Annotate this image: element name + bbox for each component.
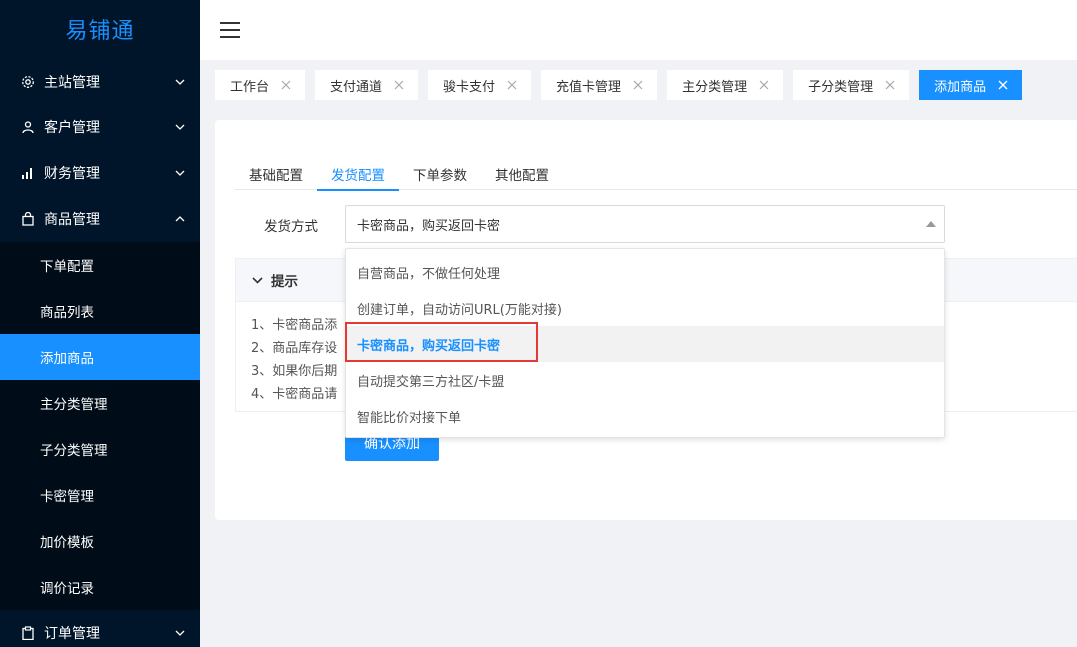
option-third-party[interactable]: 自动提交第三方社区/卡盟 [346, 362, 944, 398]
close-icon[interactable] [998, 80, 1008, 90]
sidebar-item-price-log[interactable]: 调价记录 [0, 564, 200, 610]
chevron-down-icon [174, 627, 186, 639]
product-submenu: 下单配置 商品列表 添加商品 主分类管理 子分类管理 卡密管理 加价模板 调价记… [0, 242, 200, 610]
top-header [200, 0, 1077, 60]
chevron-down-icon [174, 76, 186, 88]
sidebar-item-sub-category[interactable]: 子分类管理 [0, 426, 200, 472]
sidebar-group-finance[interactable]: 财务管理 [0, 150, 200, 196]
tab-payment-channel[interactable]: 支付通道 [315, 70, 419, 100]
tab-delivery-config[interactable]: 发货配置 [317, 158, 399, 191]
tips-title: 提示 [271, 274, 298, 290]
delivery-method-label: 发货方式 [264, 219, 318, 235]
close-icon[interactable] [394, 80, 404, 90]
sidebar-item-main-category[interactable]: 主分类管理 [0, 380, 200, 426]
shopping-bag-icon [20, 211, 36, 227]
tab-add-product[interactable]: 添加商品 [919, 70, 1023, 100]
sidebar-group-products[interactable]: 商品管理 [0, 196, 200, 242]
sidebar-item-add-product[interactable]: 添加商品 [0, 334, 200, 380]
tab-workbench[interactable]: 工作台 [215, 70, 306, 100]
tab-main-category[interactable]: 主分类管理 [667, 70, 784, 100]
menu-toggle-icon[interactable] [220, 22, 240, 38]
chevron-down-icon [174, 167, 186, 179]
sidebar-group-orders[interactable]: 订单管理 [0, 610, 200, 647]
app-logo[interactable]: 易铺通 [0, 0, 200, 58]
tab-label: 添加商品 [934, 79, 987, 95]
sidebar-group-label: 客户管理 [44, 120, 100, 136]
sidebar-item-order-config[interactable]: 下单配置 [0, 242, 200, 288]
tab-label: 骏卡支付 [443, 79, 496, 95]
tab-label: 充值卡管理 [556, 79, 622, 95]
tip-line: 2、商品库存设 [251, 341, 338, 356]
option-smart-price[interactable]: 智能比价对接下单 [346, 398, 944, 434]
close-icon[interactable] [507, 80, 517, 90]
tip-line: 4、卡密商品请 [251, 387, 338, 402]
tab-junka-pay[interactable]: 骏卡支付 [428, 70, 532, 100]
clipboard-icon [20, 625, 36, 641]
tip-line: 1、卡密商品添 [251, 318, 338, 333]
close-icon[interactable] [885, 80, 895, 90]
tip-line: 3、如果你后期 [251, 364, 338, 379]
option-card-key[interactable]: 卡密商品，购买返回卡密 [346, 326, 944, 362]
sidebar-item-product-list[interactable]: 商品列表 [0, 288, 200, 334]
tab-recharge-card[interactable]: 充值卡管理 [541, 70, 658, 100]
tab-other-config[interactable]: 其他配置 [481, 158, 563, 190]
sidebar-group-label: 商品管理 [44, 212, 100, 228]
sidebar-group-label: 主站管理 [44, 75, 100, 91]
option-self-operated[interactable]: 自营商品，不做任何处理 [346, 254, 944, 290]
tab-basic-config[interactable]: 基础配置 [235, 158, 317, 190]
sidebar: 易铺通 主站管理 客户管理 财务管理 商品管理 下单配置 商品列表 添加商品 主… [0, 0, 200, 647]
tab-order-params[interactable]: 下单参数 [399, 158, 481, 190]
sidebar-group-label: 订单管理 [44, 626, 100, 642]
close-icon[interactable] [759, 80, 769, 90]
sidebar-group-label: 财务管理 [44, 166, 100, 182]
sidebar-group-customer[interactable]: 客户管理 [0, 104, 200, 150]
select-value: 卡密商品，购买返回卡密 [357, 218, 501, 234]
close-icon[interactable] [633, 80, 643, 90]
gear-icon [20, 74, 36, 90]
caret-up-icon [926, 221, 936, 227]
delivery-method-dropdown: 自营商品，不做任何处理 创建订单，自动访问URL(万能对接) 卡密商品，购买返回… [345, 248, 945, 438]
sidebar-item-markup-template[interactable]: 加价模板 [0, 518, 200, 564]
sidebar-item-card-keys[interactable]: 卡密管理 [0, 472, 200, 518]
chevron-down-icon [251, 274, 263, 286]
delivery-method-select[interactable]: 卡密商品，购买返回卡密 [345, 205, 945, 243]
tab-sub-category[interactable]: 子分类管理 [793, 70, 910, 100]
tab-label: 工作台 [230, 79, 270, 95]
tab-label: 支付通道 [330, 79, 383, 95]
bar-chart-icon [20, 165, 36, 181]
close-icon[interactable] [281, 80, 291, 90]
tab-label: 子分类管理 [808, 79, 874, 95]
sidebar-group-site[interactable]: 主站管理 [0, 59, 200, 105]
user-icon [20, 119, 36, 135]
option-create-order-url[interactable]: 创建订单，自动访问URL(万能对接) [346, 290, 944, 326]
form-tabs: 基础配置 发货配置 下单参数 其他配置 [235, 158, 1077, 191]
tab-label: 主分类管理 [682, 79, 748, 95]
chevron-up-icon [174, 213, 186, 225]
chevron-down-icon [174, 121, 186, 133]
page-tabs-bar: 工作台 支付通道 骏卡支付 充值卡管理 主分类管理 子分类管理 添加商品 [200, 60, 1077, 110]
